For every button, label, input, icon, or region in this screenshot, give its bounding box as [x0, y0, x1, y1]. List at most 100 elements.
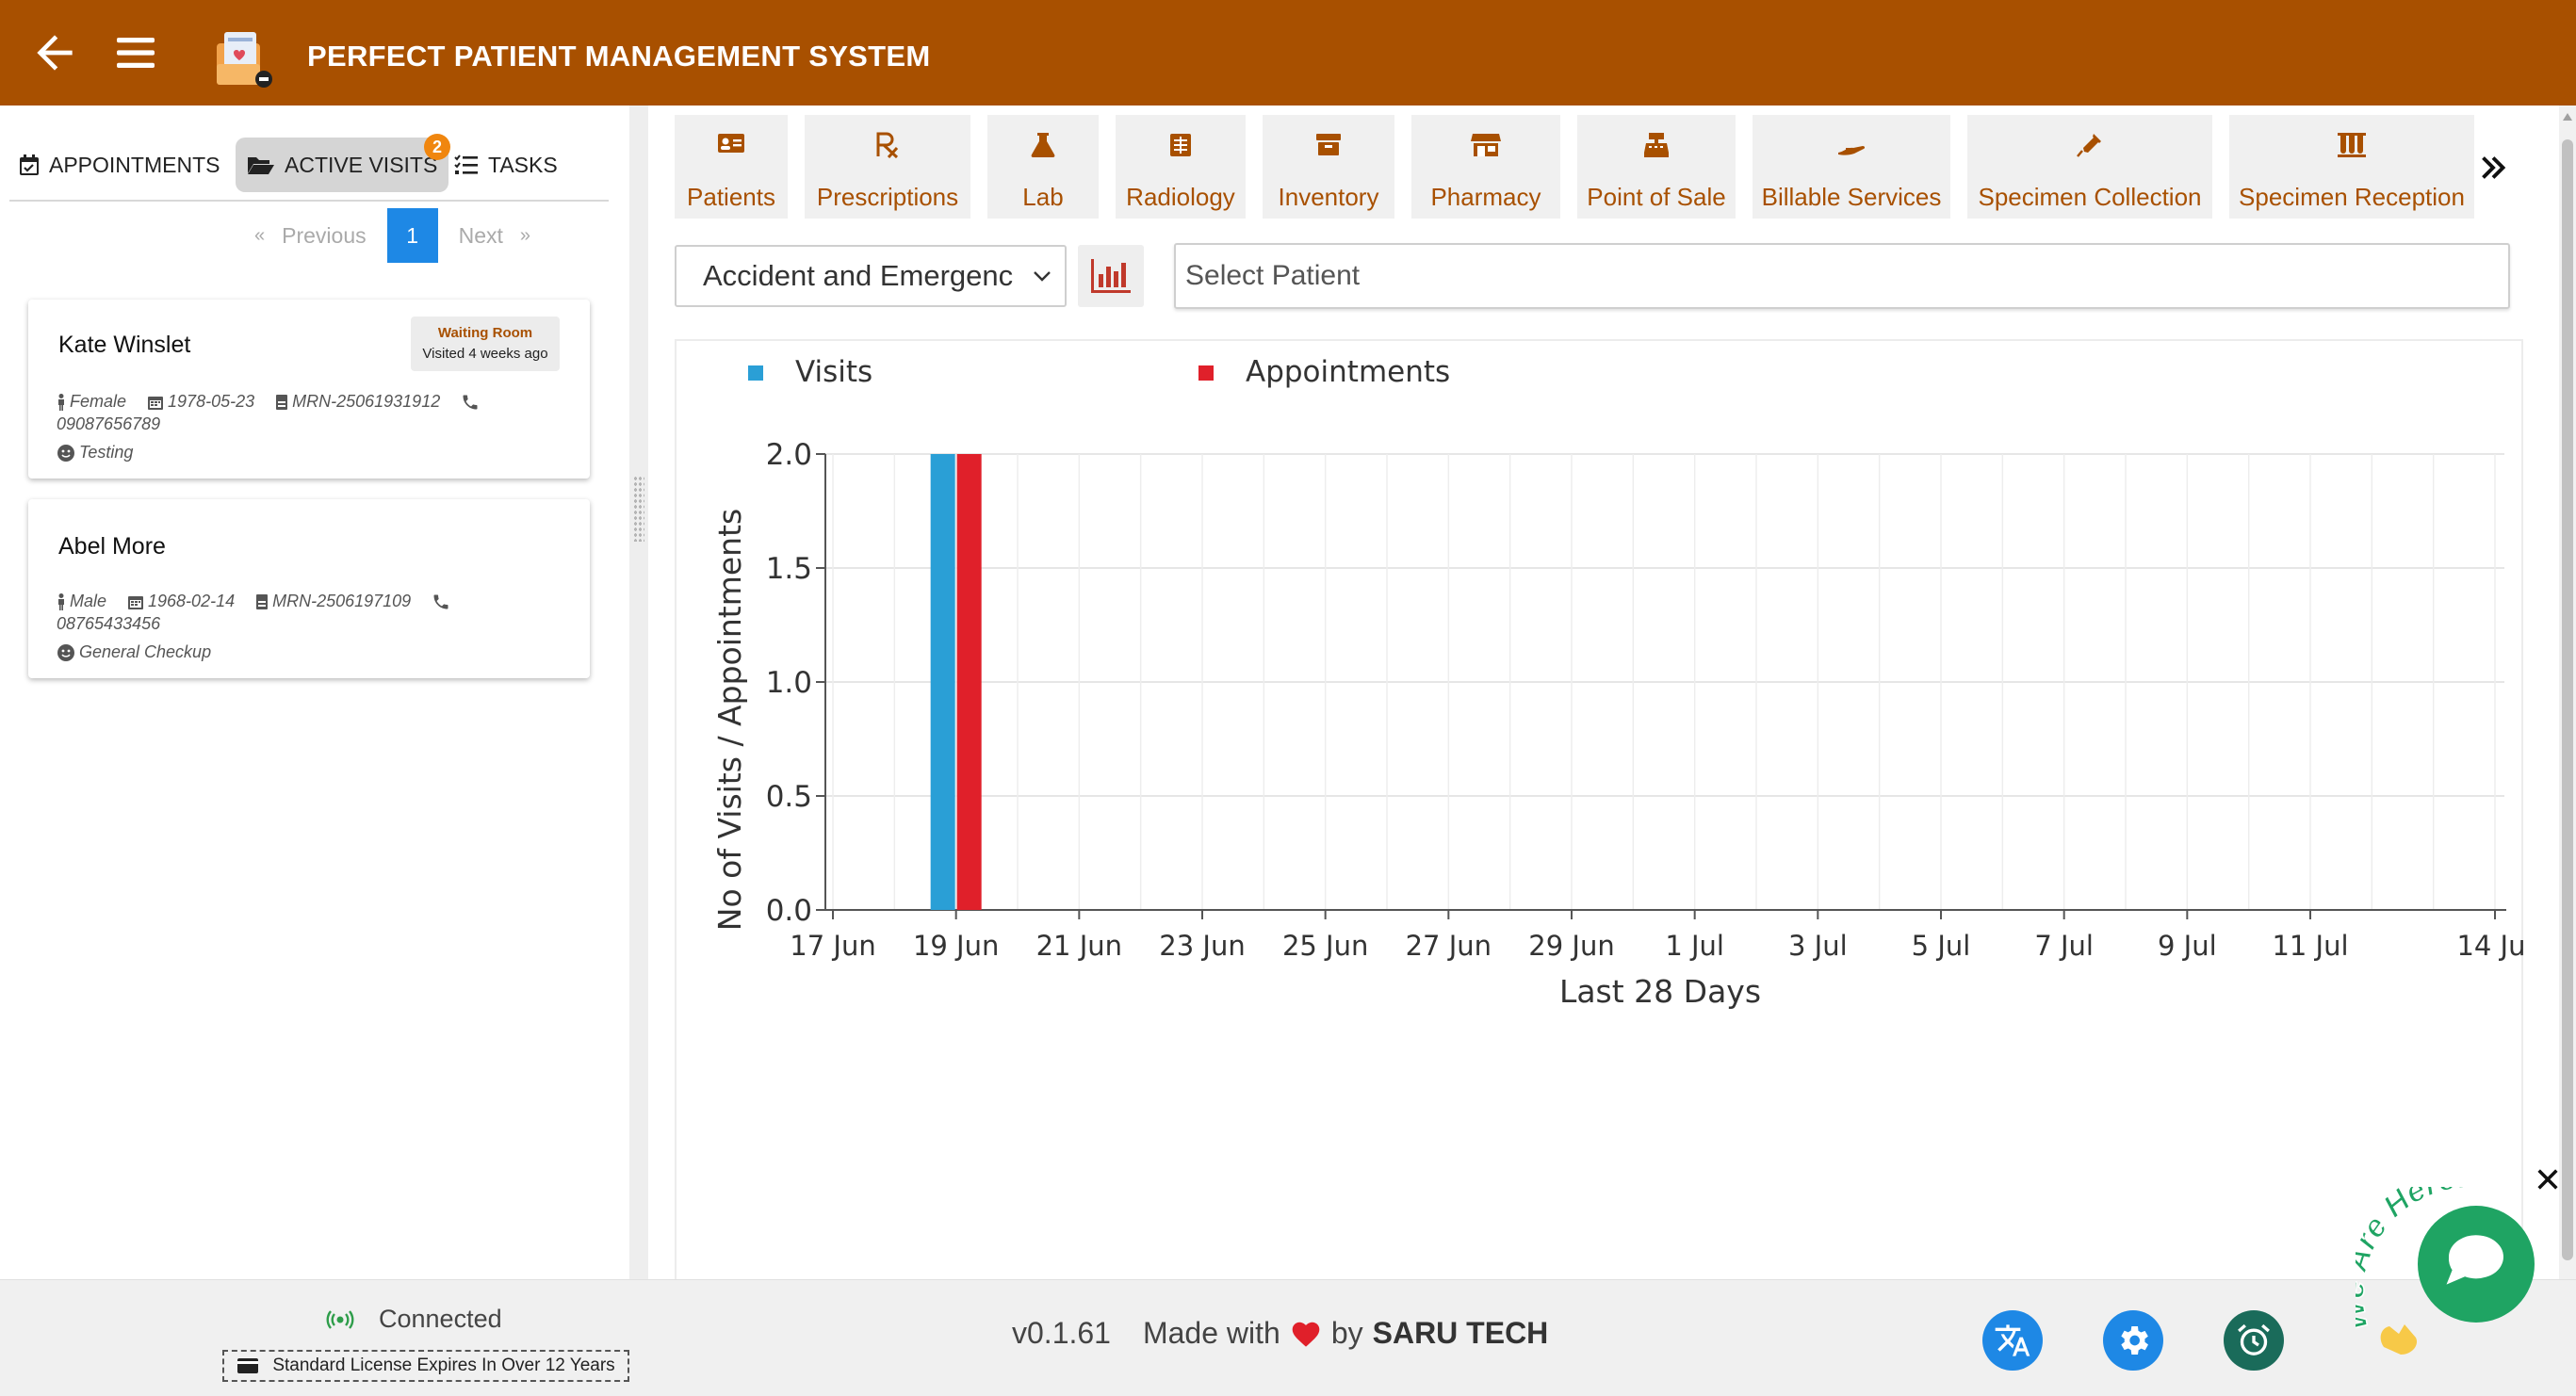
- close-icon[interactable]: [2535, 1166, 2561, 1193]
- vertical-scrollbar[interactable]: [2559, 106, 2576, 1279]
- module-point-of-sale[interactable]: Point of Sale: [1577, 115, 1736, 219]
- language-button[interactable]: [1982, 1310, 2043, 1371]
- calendar-icon: [128, 595, 144, 609]
- hamburger-menu-icon[interactable]: [113, 28, 158, 77]
- patient-gender: Male: [70, 592, 107, 610]
- x-tick-label: 27 Jun: [1406, 930, 1492, 962]
- module-specimen-collection[interactable]: Specimen Collection: [1967, 115, 2212, 219]
- app-title: PERFECT PATIENT MANAGEMENT SYSTEM: [307, 40, 931, 73]
- patient-card[interactable]: Kate Winslet Waiting Room Visited 4 week…: [28, 300, 590, 479]
- x-tick-label: 19 Jun: [913, 930, 999, 962]
- calendar-icon: [148, 396, 164, 410]
- module-patients[interactable]: Patients: [675, 115, 788, 219]
- alarm-button[interactable]: [2224, 1310, 2284, 1371]
- patient-visit-type-row: General Checkup: [57, 642, 211, 662]
- tab-active-visits[interactable]: ACTIVE VISITS: [236, 138, 449, 192]
- x-tick-label: 21 Jun: [1036, 930, 1122, 962]
- main-panel: Patients Prescriptions Lab Radiology Inv…: [648, 106, 2559, 1290]
- patient-search-placeholder: Select Patient: [1185, 260, 1361, 291]
- credit-card-icon: [237, 1358, 259, 1373]
- patient-visit-type-row: Testing: [57, 443, 133, 463]
- company-name: SARU TECH: [1372, 1316, 1549, 1350]
- speech-bubble-icon: [2446, 1235, 2503, 1285]
- legend-label-visits: Visits: [795, 355, 872, 389]
- visit-time: Visited 4 weeks ago: [422, 346, 548, 362]
- resize-grip-handle[interactable]: [633, 476, 644, 542]
- x-tick-label: 5 Jul: [1912, 930, 1971, 962]
- pagination: « Previous 1 Next »: [254, 207, 530, 264]
- left-tab-bar: APPOINTMENTS ACTIVE VISITS 2 TASKS: [9, 126, 609, 202]
- connection-status-label: Connected: [379, 1305, 502, 1333]
- patient-mrn: MRN-2506197109: [272, 592, 412, 610]
- y-tick-label: 0.0: [766, 894, 812, 928]
- smiley-icon: [57, 643, 74, 661]
- panel-divider[interactable]: [629, 106, 648, 1279]
- license-info: Standard License Expires In Over 12 Year…: [222, 1350, 629, 1382]
- smiley-icon: [57, 444, 74, 462]
- radiology-icon: [1170, 134, 1191, 156]
- box-icon: [1316, 134, 1341, 155]
- x-tick-label: 1 Jul: [1665, 930, 1724, 962]
- module-prescriptions[interactable]: Prescriptions: [805, 115, 970, 219]
- app-header: PERFECT PATIENT MANAGEMENT SYSTEM: [0, 0, 2576, 106]
- module-pharmacy-label: Pharmacy: [1430, 183, 1541, 211]
- chevron-down-icon: [1034, 271, 1051, 282]
- tab-tasks[interactable]: TASKS: [454, 138, 558, 192]
- visit-status-badge: Waiting Room Visited 4 weeks ago: [411, 317, 560, 371]
- chart-toggle-button[interactable]: [1078, 245, 1144, 307]
- pagination-prev-symbol: «: [254, 224, 266, 246]
- tab-active-visits-label: ACTIVE VISITS: [285, 152, 438, 177]
- x-tick-label: 9 Jul: [2158, 930, 2217, 962]
- module-specimen-reception-label: Specimen Reception: [2239, 183, 2465, 211]
- y-tick-label: 1.5: [766, 552, 812, 586]
- cash-register-icon: [1644, 133, 1669, 157]
- made-with-text: Made with: [1142, 1316, 1280, 1350]
- patient-phone: 09087656789: [57, 414, 161, 433]
- patient-search-input[interactable]: Select Patient: [1174, 243, 2510, 309]
- visit-location: Waiting Room: [437, 325, 533, 341]
- bar-chart-icon: [1091, 259, 1131, 293]
- patient-dob: 1978-05-23: [168, 392, 255, 411]
- chat-widget[interactable]: We Are Here!: [2356, 1187, 2576, 1375]
- patient-mrn: MRN-25061931912: [292, 392, 441, 411]
- id-card-icon: [718, 134, 744, 153]
- person-standing-icon: [58, 592, 64, 610]
- scrollbar-thumb[interactable]: [2562, 139, 2573, 1260]
- module-pharmacy[interactable]: Pharmacy: [1411, 115, 1560, 219]
- tab-appointments-label: APPOINTMENTS: [49, 152, 220, 177]
- patient-visit-type: General Checkup: [79, 642, 212, 661]
- connection-status: Connected: [326, 1305, 502, 1334]
- heart-icon: [1292, 1322, 1320, 1347]
- patient-card[interactable]: Abel More Male 1968-02-14 MRN-2506197109…: [28, 499, 590, 678]
- module-lab[interactable]: Lab: [987, 115, 1099, 219]
- x-tick-label: 23 Jun: [1159, 930, 1245, 962]
- prescription-icon: [876, 132, 899, 158]
- footer: Connected Standard License Expires In Ov…: [0, 1279, 2576, 1396]
- x-tick-label: 7 Jul: [2034, 930, 2094, 962]
- patient-info-row: Male 1968-02-14 MRN-2506197109: [57, 592, 475, 611]
- module-specimen-collection-label: Specimen Collection: [1978, 183, 2202, 211]
- settings-button[interactable]: [2103, 1310, 2163, 1371]
- pagination-next-button[interactable]: Next: [459, 223, 503, 249]
- pagination-previous-button[interactable]: Previous: [282, 223, 366, 249]
- scroll-up-arrow-icon[interactable]: [2563, 113, 2572, 121]
- tab-appointments[interactable]: APPOINTMENTS: [19, 138, 220, 192]
- legend-swatch-appointments: [1198, 365, 1214, 381]
- x-tick-label: 17 Jun: [790, 930, 875, 962]
- id-badge-icon: [256, 593, 269, 609]
- module-specimen-reception[interactable]: Specimen Reception: [2229, 115, 2474, 219]
- pagination-current-page[interactable]: 1: [386, 208, 438, 263]
- gear-icon: [2121, 1326, 2148, 1355]
- module-radiology[interactable]: Radiology: [1116, 115, 1246, 219]
- patient-name: Kate Winslet: [58, 332, 191, 358]
- phone-icon: [463, 395, 478, 409]
- x-tick-label: 25 Jun: [1282, 930, 1368, 962]
- module-billable-services[interactable]: Billable Services: [1753, 115, 1950, 219]
- department-select[interactable]: Accident and Emergenc: [675, 245, 1067, 307]
- task-list-icon: [454, 154, 478, 174]
- module-inventory[interactable]: Inventory: [1263, 115, 1394, 219]
- bar-appointments: [956, 454, 982, 910]
- back-arrow-icon[interactable]: [28, 26, 81, 79]
- id-badge-icon: [276, 394, 288, 410]
- double-chevron-right-icon[interactable]: [2476, 151, 2510, 185]
